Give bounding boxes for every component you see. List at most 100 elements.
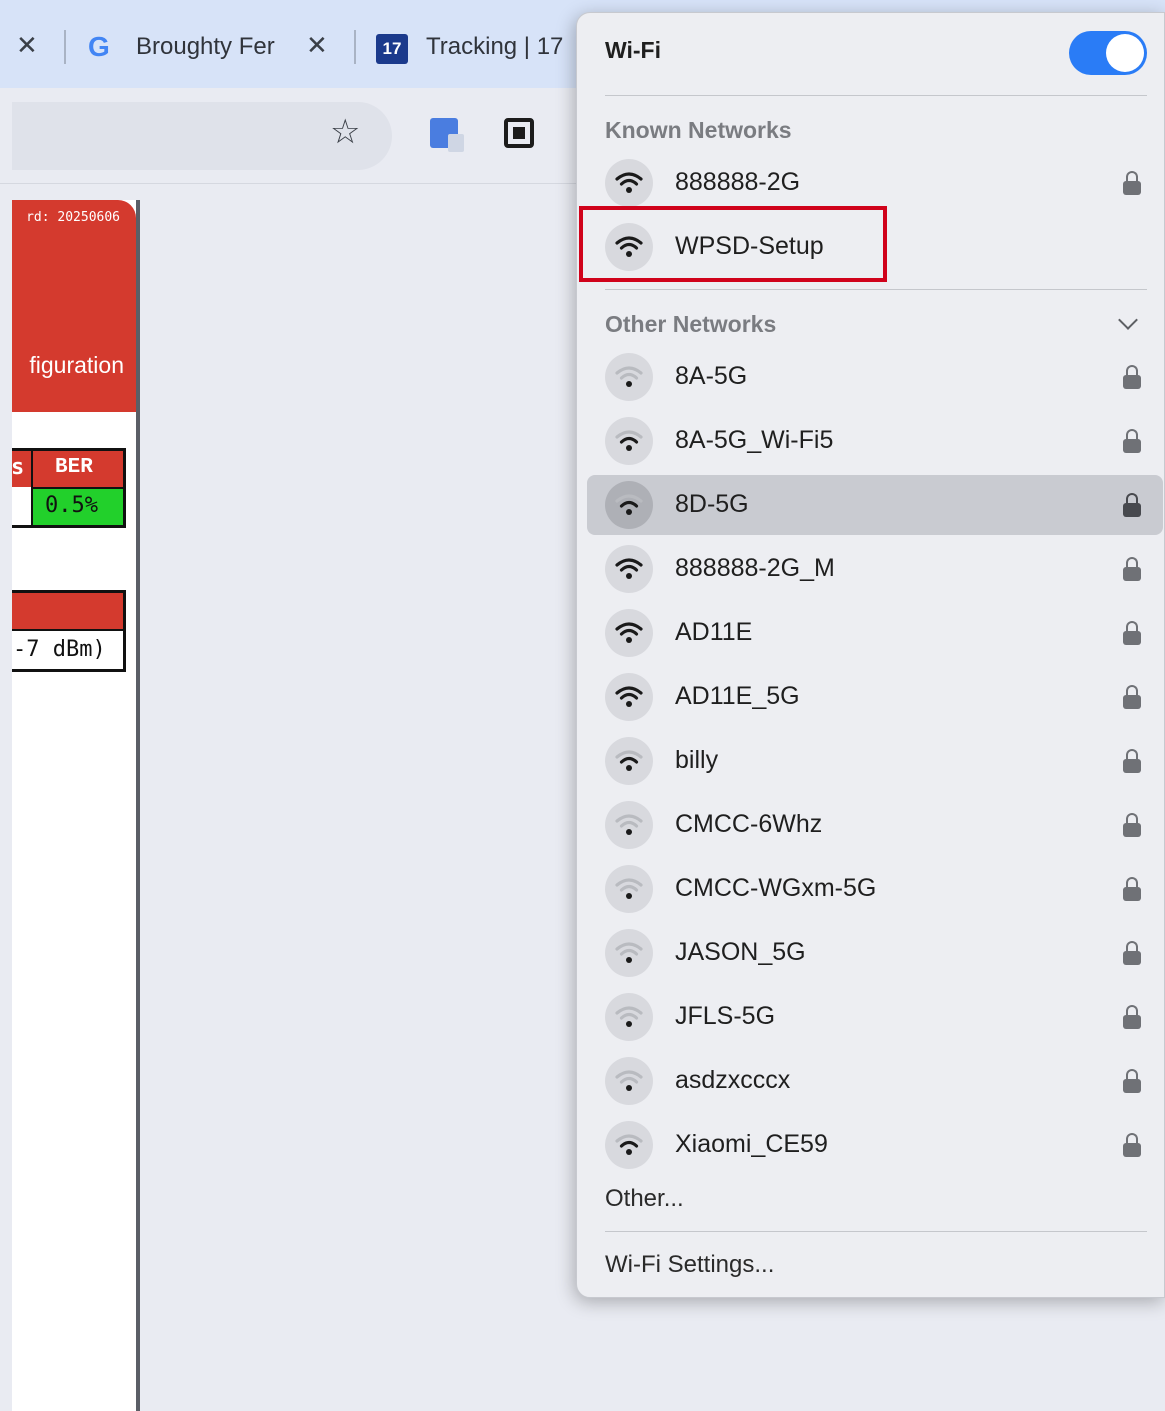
extension-icon[interactable]	[504, 118, 534, 148]
network-row[interactable]: AD11E_5G	[587, 667, 1163, 727]
wifi-menu: Wi-Fi Known Networks 888888-2G WPSD-Setup…	[576, 12, 1165, 1298]
network-row[interactable]: AD11E	[587, 603, 1163, 663]
wifi-glyph	[615, 1070, 643, 1091]
chevron-down-icon[interactable]	[1118, 310, 1138, 330]
lock-icon	[1122, 429, 1142, 455]
lock-icon	[1122, 171, 1142, 197]
lock-body	[1123, 631, 1141, 645]
page-header: rd: 20250606 figuration	[12, 200, 136, 412]
wifi-glyph	[615, 878, 643, 899]
wifi-glyph	[615, 558, 643, 579]
network-row[interactable]: 888888-2G_M	[587, 539, 1163, 599]
wifi-signal-icon	[605, 1121, 653, 1169]
lock-body	[1123, 567, 1141, 581]
other-network-link[interactable]: Other...	[605, 1185, 684, 1213]
ber-table: s BER 0.5%	[12, 448, 126, 528]
wifi-signal-icon	[605, 673, 653, 721]
rssi-table-header	[12, 593, 123, 631]
divider	[605, 289, 1147, 290]
network-name: Xiaomi_CE59	[675, 1130, 828, 1158]
network-name: 888888-2G	[675, 168, 801, 196]
tab-separator	[354, 30, 356, 64]
network-name: 8D-5G	[675, 490, 749, 518]
ber-value: 0.5%	[45, 493, 98, 518]
wifi-signal-icon	[605, 865, 653, 913]
wifi-glyph	[615, 750, 643, 771]
lock-icon	[1122, 813, 1142, 839]
network-row[interactable]: 8A-5G_Wi-Fi5	[587, 411, 1163, 471]
lock-icon	[1122, 1005, 1142, 1031]
lock-body	[1123, 439, 1141, 453]
wifi-signal-icon	[605, 929, 653, 977]
lock-icon	[1122, 941, 1142, 967]
configuration-link[interactable]: figuration	[29, 352, 124, 379]
network-row[interactable]: billy	[587, 731, 1163, 791]
bookmark-star-icon[interactable]: ☆	[330, 112, 360, 152]
ber-table-header: s BER	[12, 451, 123, 487]
ber-table-header-left: s	[12, 455, 25, 480]
translate-icon[interactable]	[430, 118, 464, 152]
tracking-site-icon: 17	[376, 34, 408, 64]
network-row[interactable]: Xiaomi_CE59	[587, 1115, 1163, 1175]
wifi-signal-icon	[605, 1057, 653, 1105]
network-name: asdzxcccx	[675, 1066, 791, 1094]
lock-body	[1123, 1079, 1141, 1093]
lock-body	[1123, 181, 1141, 195]
tab-title-tracking[interactable]: Tracking | 17	[426, 33, 576, 61]
web-page-panel: rd: 20250606 figuration s BER 0.5% -7 dB…	[12, 200, 140, 1411]
lock-icon	[1122, 749, 1142, 775]
lock-body	[1123, 503, 1141, 517]
network-row[interactable]: 8D-5G	[587, 475, 1163, 535]
close-tab-icon[interactable]: ✕	[306, 30, 328, 61]
network-name: JASON_5G	[675, 938, 806, 966]
lock-icon	[1122, 877, 1142, 903]
network-name: AD11E_5G	[675, 682, 800, 710]
wifi-menu-title: Wi-Fi	[605, 37, 661, 63]
lock-body	[1123, 887, 1141, 901]
ber-value-cell: 0.5%	[33, 487, 123, 525]
rssi-table: -7 dBm)	[12, 590, 126, 672]
network-name: 8A-5G	[675, 362, 748, 390]
toggle-knob	[1106, 34, 1144, 72]
network-name: billy	[675, 746, 719, 774]
network-row[interactable]: 888888-2G	[587, 153, 1163, 213]
lock-body	[1123, 375, 1141, 389]
ber-header-label: BER	[55, 456, 93, 479]
wifi-glyph	[615, 942, 643, 963]
highlight-annotation-box	[579, 206, 887, 282]
wifi-signal-icon	[605, 353, 653, 401]
wifi-signal-icon	[605, 159, 653, 207]
network-row[interactable]: CMCC-6Whz	[587, 795, 1163, 855]
lock-body	[1123, 823, 1141, 837]
wifi-signal-icon	[605, 801, 653, 849]
wifi-glyph	[615, 366, 643, 387]
lock-icon	[1122, 1133, 1142, 1159]
wifi-signal-icon	[605, 417, 653, 465]
wifi-glyph	[615, 1134, 643, 1155]
network-row[interactable]: asdzxcccx	[587, 1051, 1163, 1111]
wifi-glyph	[615, 172, 643, 193]
lock-body	[1123, 1015, 1141, 1029]
wifi-signal-icon	[605, 481, 653, 529]
network-name: AD11E	[675, 618, 753, 646]
wifi-signal-icon	[605, 737, 653, 785]
tab-separator	[64, 30, 66, 64]
lock-body	[1123, 695, 1141, 709]
lock-icon	[1122, 365, 1142, 391]
network-row[interactable]: CMCC-WGxm-5G	[587, 859, 1163, 919]
rssi-value: -7 dBm)	[13, 637, 106, 662]
network-name: 8A-5G_Wi-Fi5	[675, 426, 834, 454]
lock-body	[1123, 951, 1141, 965]
build-info: rd: 20250606	[26, 210, 120, 225]
wifi-signal-icon	[605, 609, 653, 657]
lock-icon	[1122, 621, 1142, 647]
wifi-glyph	[615, 622, 643, 643]
close-tab-icon[interactable]: ✕	[16, 30, 38, 61]
network-row[interactable]: JFLS-5G	[587, 987, 1163, 1047]
tab-title-broughty[interactable]: Broughty Fer	[136, 33, 284, 61]
network-row[interactable]: 8A-5G	[587, 347, 1163, 407]
wifi-settings-link[interactable]: Wi-Fi Settings...	[605, 1251, 774, 1279]
wifi-toggle[interactable]	[1069, 31, 1147, 75]
network-row[interactable]: JASON_5G	[587, 923, 1163, 983]
other-networks-label[interactable]: Other Networks	[605, 311, 776, 338]
